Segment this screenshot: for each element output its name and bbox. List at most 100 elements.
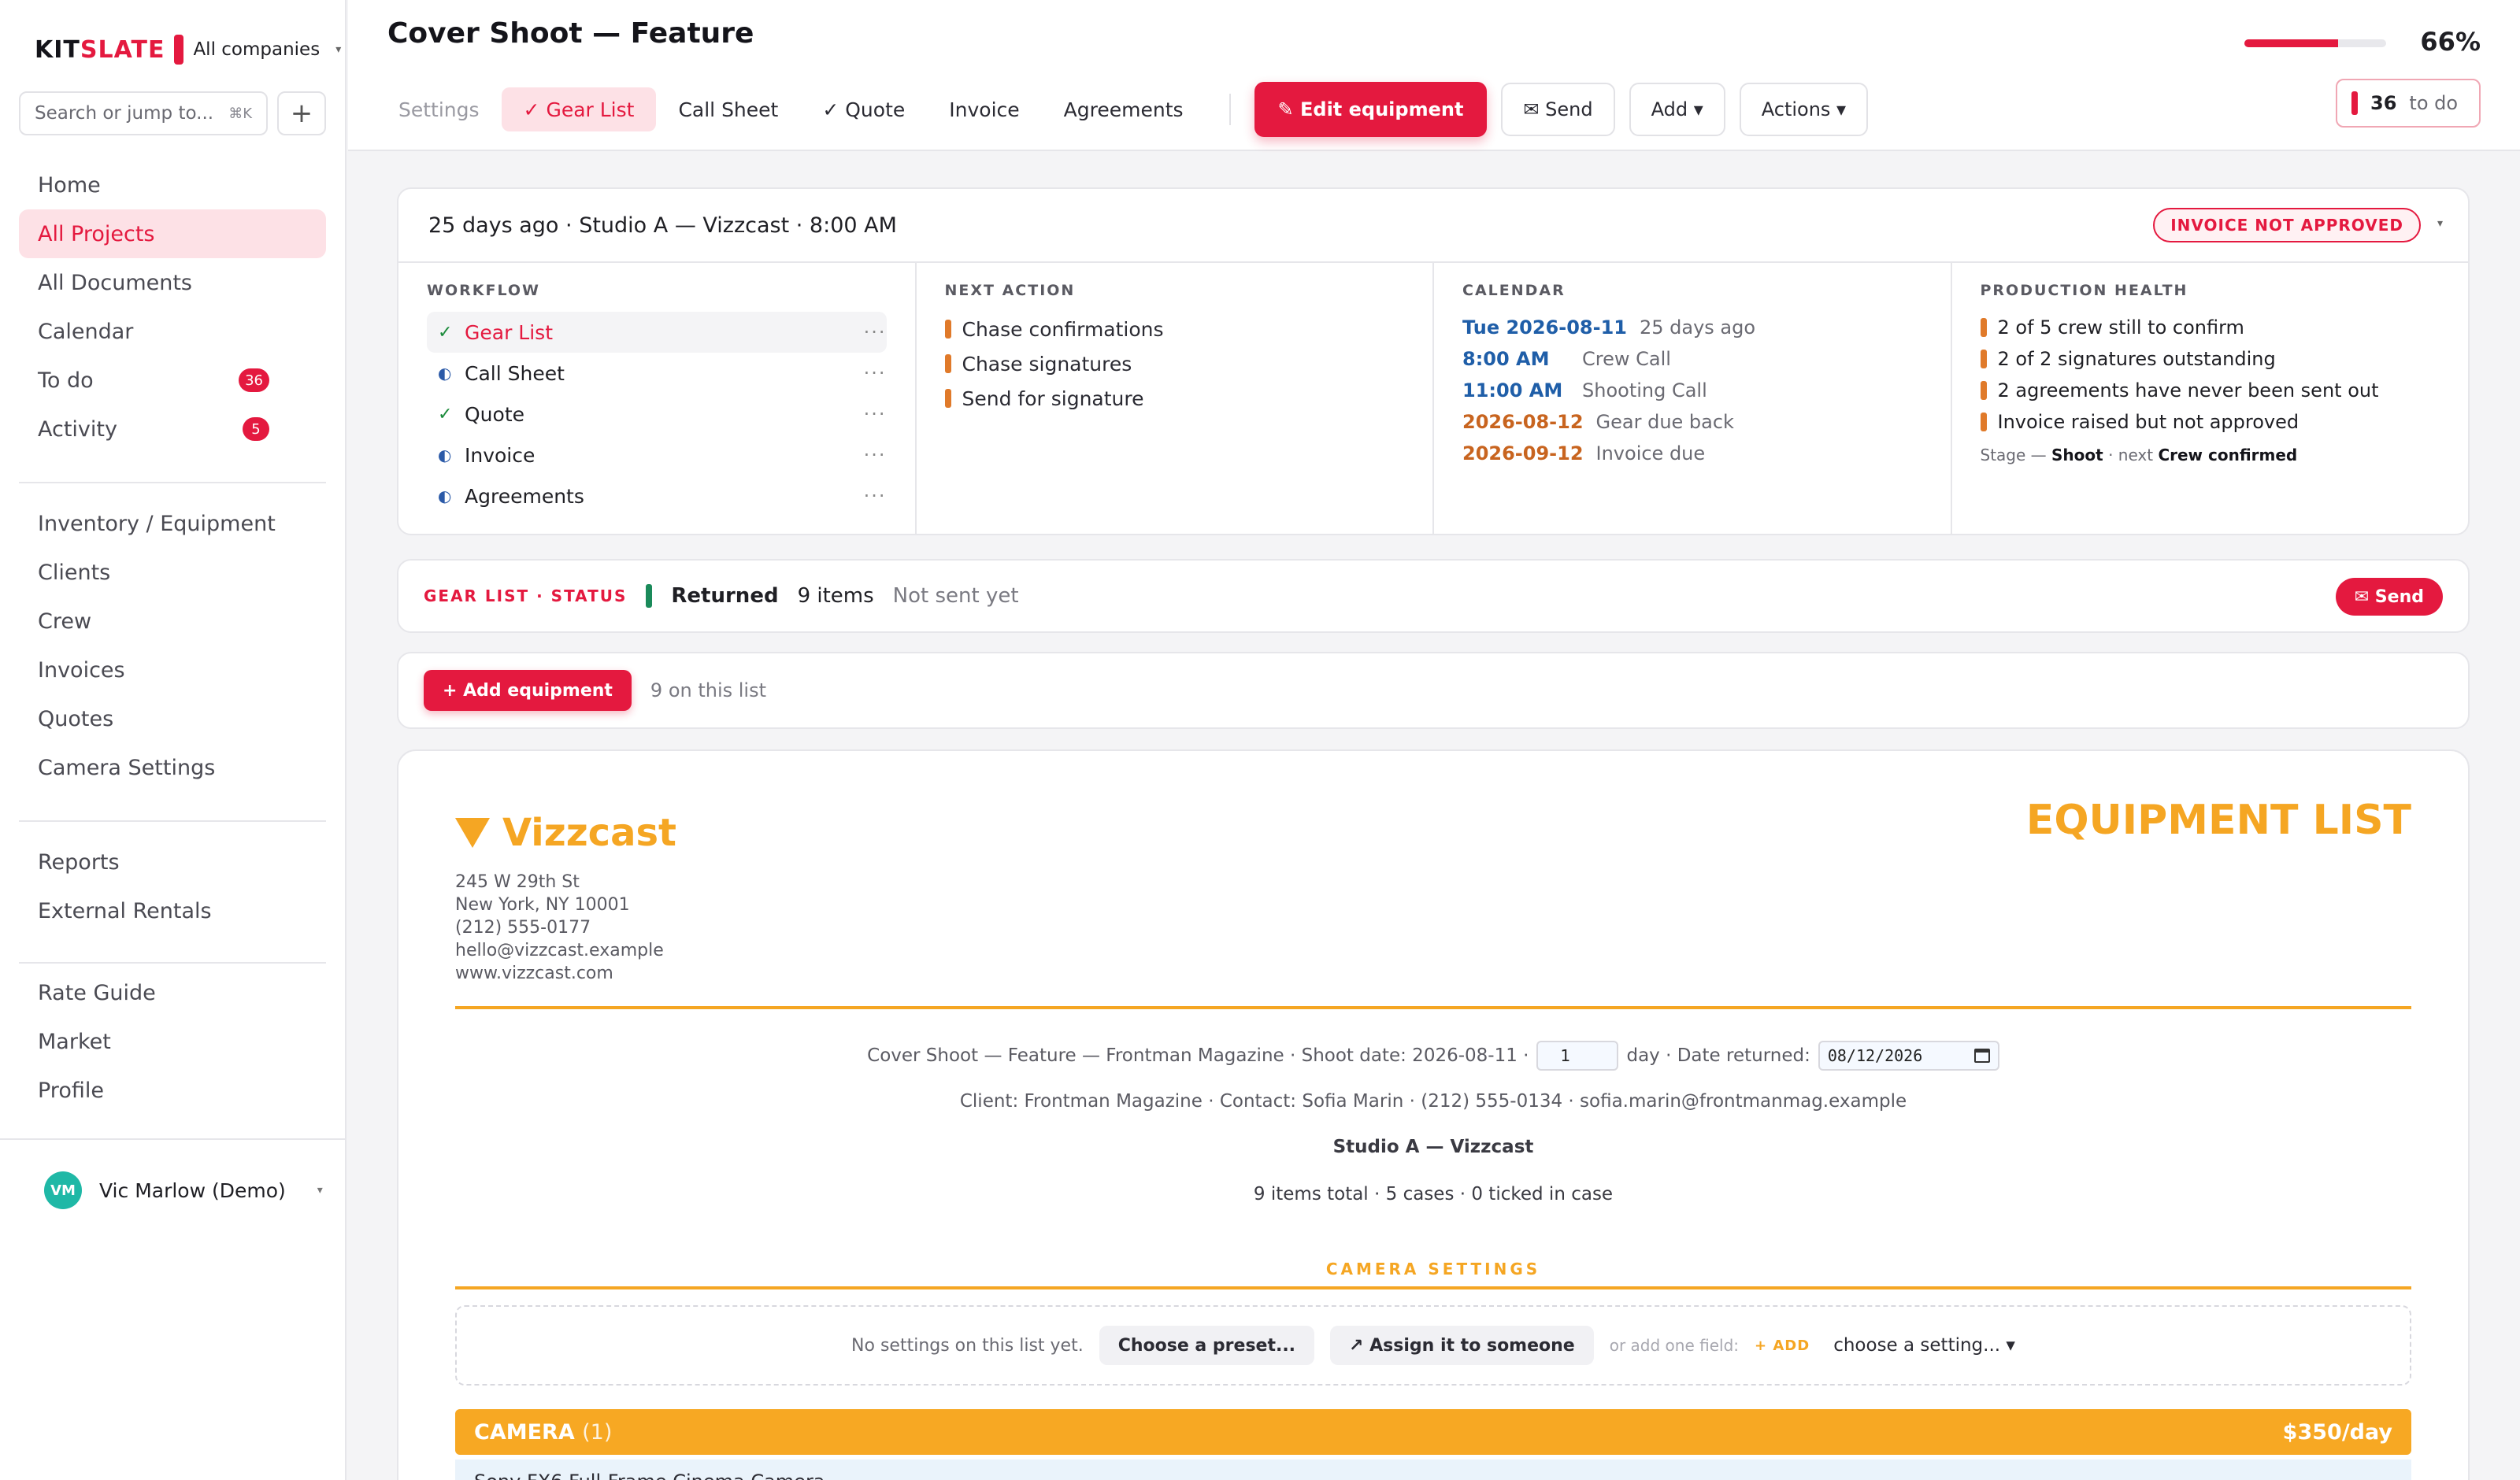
nav-item-rate-guide[interactable]: Rate Guide	[19, 968, 326, 1017]
nav-item-clients[interactable]: Clients	[19, 548, 326, 597]
table-row[interactable]: Sony FX6 Full-Frame Cinema Camera	[455, 1460, 2411, 1480]
more-icon[interactable]: ···	[864, 321, 887, 343]
tab-settings[interactable]: Settings	[376, 87, 502, 131]
health-item: 2 of 2 signatures outstanding	[1980, 343, 2440, 375]
search-input[interactable]: Search or jump to... ⌘K	[19, 91, 268, 135]
send-gear-list-button[interactable]: ✉ Send	[2335, 578, 2443, 616]
nav-item-crew[interactable]: Crew	[19, 597, 326, 646]
nav-item-all-documents[interactable]: All Documents	[19, 258, 326, 307]
calendar-date: Tue 2026-08-11	[1462, 316, 1627, 339]
workflow-item-call-sheet[interactable]: ◐ Call Sheet ···	[427, 353, 887, 394]
date-returned-input[interactable]: 08/12/2026	[1818, 1041, 1999, 1071]
address-line: New York, NY 10001	[455, 895, 630, 915]
todo-count-badge: 36	[239, 368, 269, 392]
actions-menu-button[interactable]: Actions ▾	[1739, 83, 1869, 136]
add-menu-button[interactable]: Add ▾	[1629, 83, 1725, 136]
setting-select[interactable]: choose a setting... ▾	[1833, 1335, 2015, 1356]
priority-marker	[944, 354, 951, 373]
todo-count: 36	[2370, 92, 2397, 114]
health-label: Invoice raised but not approved	[1997, 411, 2300, 433]
calendar-entry: 8:00 AM Crew Call	[1462, 343, 1922, 375]
nav-item-reports[interactable]: Reports	[19, 838, 326, 886]
calendar-date: 8:00 AM	[1462, 348, 1550, 370]
company-logo: Vizzcast	[455, 811, 676, 855]
more-icon[interactable]: ···	[864, 362, 887, 384]
nav-account: Rate Guide Market Profile	[19, 968, 326, 1115]
calendar-date: 11:00 AM	[1462, 379, 1563, 401]
nav-item-calendar[interactable]: Calendar	[19, 307, 326, 356]
nav-item-activity[interactable]: Activity 5	[19, 405, 326, 453]
next-action-item[interactable]: Send for signature	[944, 381, 1405, 416]
company-address: 245 W 29th St New York, NY 10001 (212) 5…	[455, 871, 664, 985]
tab-call-sheet[interactable]: Call Sheet	[656, 87, 800, 131]
next-action-item[interactable]: Chase confirmations	[944, 312, 1405, 346]
date-returned-value: 08/12/2026	[1827, 1046, 1923, 1065]
category-header-camera[interactable]: CAMERA (1) $350/day	[455, 1409, 2411, 1455]
summary-header[interactable]: 25 days ago · Studio A — Vizzcast · 8:00…	[398, 189, 2468, 263]
calendar-entry: 2026-08-12 Gear due back	[1462, 406, 1922, 438]
camera-settings-empty: No settings on this list yet. Choose a p…	[455, 1305, 2411, 1386]
nav-item-todo[interactable]: To do 36	[19, 356, 326, 405]
workflow-item-agreements[interactable]: ◐ Agreements ···	[427, 475, 887, 516]
next-action-title: NEXT ACTION	[944, 282, 1076, 299]
health-item: Invoice raised but not approved	[1980, 406, 2440, 438]
calendar-column: CALENDAR Tue 2026-08-11 25 days ago 8:00 …	[1434, 263, 1952, 535]
next-action-label: Send for signature	[962, 387, 1144, 410]
assign-button[interactable]: ↗ Assign it to someone	[1330, 1326, 1594, 1365]
address-line: 245 W 29th St	[455, 872, 580, 892]
stage-indicator: Stage — Shoot · next Crew confirmed	[1981, 446, 2440, 464]
company-selector[interactable]: All companies	[193, 39, 320, 60]
nav-reports: Reports External Rentals	[19, 838, 326, 935]
nav-item-home[interactable]: Home	[19, 161, 326, 209]
stage-prefix: Stage —	[1980, 446, 2047, 464]
app-logo[interactable]: KITSLATE	[35, 36, 165, 64]
choose-preset-button[interactable]: Choose a preset...	[1099, 1326, 1315, 1365]
tab-agreements[interactable]: Agreements	[1042, 87, 1206, 131]
calendar-label: Invoice due	[1595, 442, 1706, 464]
next-action-item[interactable]: Chase signatures	[944, 346, 1405, 381]
category-count: (1)	[582, 1419, 613, 1445]
workflow-label: Call Sheet	[465, 361, 565, 385]
workflow-label: Agreements	[465, 484, 584, 508]
days-input[interactable]: 1	[1536, 1041, 1619, 1071]
workflow-item-gear-list[interactable]: ✓ Gear List ···	[427, 312, 887, 353]
todo-indicator	[2351, 91, 2358, 115]
nav-label: Inventory / Equipment	[38, 511, 276, 536]
nav-item-profile[interactable]: Profile	[19, 1066, 326, 1115]
tab-quote[interactable]: ✓ Quote	[800, 87, 927, 131]
stage-next: Crew confirmed	[2158, 446, 2298, 464]
toolbar-divider	[1228, 94, 1231, 125]
add-equipment-button[interactable]: + Add equipment	[424, 670, 632, 711]
create-button[interactable]: +	[277, 91, 326, 135]
more-icon[interactable]: ···	[864, 403, 887, 425]
nav-item-external-rentals[interactable]: External Rentals	[19, 886, 326, 935]
workflow-label: Quote	[465, 402, 525, 426]
nav-item-camera-settings[interactable]: Camera Settings	[19, 743, 326, 792]
more-icon[interactable]: ···	[864, 444, 887, 466]
nav-item-all-projects[interactable]: All Projects	[19, 209, 326, 258]
edit-equipment-button[interactable]: ✎ Edit equipment	[1254, 82, 1488, 137]
nav-item-invoices[interactable]: Invoices	[19, 646, 326, 694]
nav-item-inventory[interactable]: Inventory / Equipment	[19, 499, 326, 548]
tab-invoice[interactable]: Invoice	[927, 87, 1041, 131]
workflow-item-quote[interactable]: ✓ Quote ···	[427, 394, 887, 435]
workflow-item-invoice[interactable]: ◐ Invoice ···	[427, 435, 887, 475]
nav-label: Crew	[38, 609, 92, 634]
project-progress-bar	[2244, 39, 2386, 47]
todo-button[interactable]: 36 to do	[2336, 79, 2481, 128]
more-icon[interactable]: ···	[864, 485, 887, 507]
user-menu[interactable]: VM Vic Marlow (Demo) ▾	[0, 1138, 346, 1241]
nav-item-quotes[interactable]: Quotes	[19, 694, 326, 743]
nav-item-market[interactable]: Market	[19, 1017, 326, 1066]
calendar-icon	[1973, 1049, 1990, 1063]
avatar: VM	[44, 1171, 82, 1209]
tab-gear-list[interactable]: ✓ Gear List	[501, 87, 657, 131]
add-field-link[interactable]: + ADD	[1755, 1338, 1810, 1354]
calendar-entry: Tue 2026-08-11 25 days ago	[1462, 312, 1922, 343]
half-circle-icon: ◐	[438, 487, 452, 505]
chevron-down-icon[interactable]: ▾	[2437, 217, 2443, 230]
category-rate: $350/day	[2282, 1419, 2392, 1445]
phone: (212) 555-0177	[455, 918, 591, 938]
chevron-down-icon: ▾	[317, 1184, 323, 1197]
send-button[interactable]: ✉ Send	[1501, 83, 1615, 136]
